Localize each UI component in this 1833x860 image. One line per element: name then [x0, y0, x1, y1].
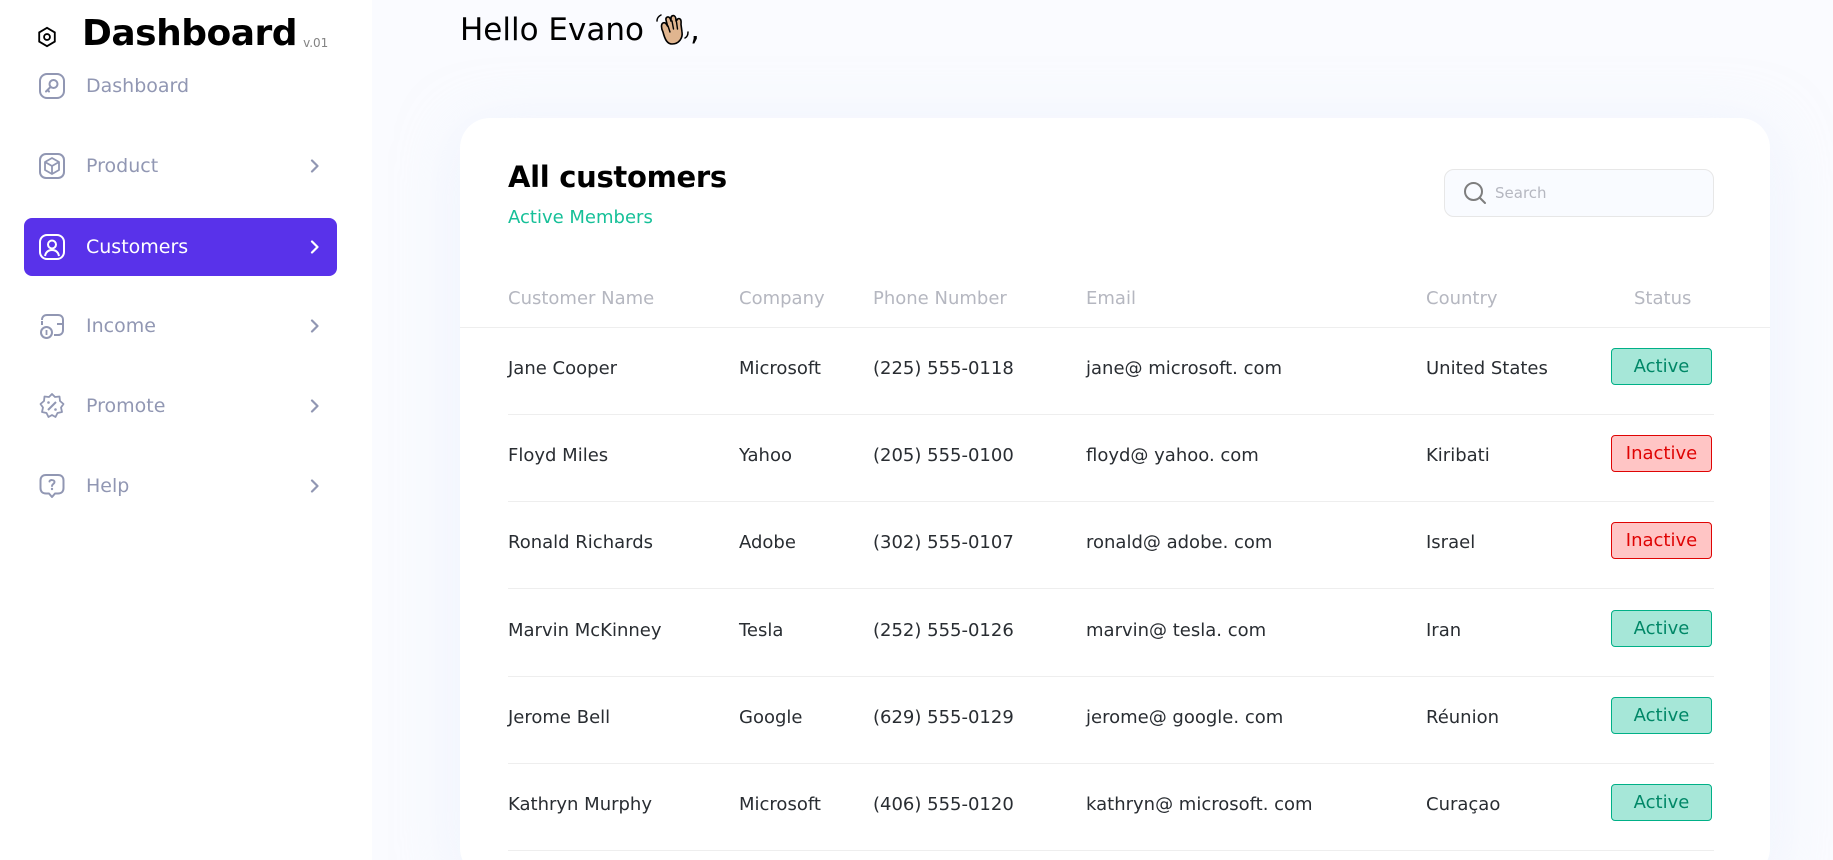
- customer-company: Google: [739, 707, 803, 728]
- customer-country: Réunion: [1426, 707, 1500, 728]
- customer-phone: (225) 555-0118: [873, 358, 1014, 379]
- sidebar-item-label: Help: [86, 475, 130, 497]
- chevron-right-icon: [307, 318, 323, 334]
- customer-company: Microsoft: [739, 358, 821, 379]
- status-badge: Inactive: [1611, 435, 1712, 472]
- customer-company: Microsoft: [739, 794, 821, 815]
- chevron-right-icon: [307, 158, 323, 174]
- chevron-right-icon: [307, 239, 323, 255]
- waving-hand-icon: [656, 14, 689, 45]
- sidebar-item-promote[interactable]: Promote: [24, 377, 337, 435]
- table-header: Customer Name Company Phone Number Email…: [460, 276, 1770, 328]
- table-row[interactable]: Jane Cooper Microsoft (225) 555-0118 jan…: [508, 328, 1714, 415]
- customer-company: Yahoo: [739, 445, 792, 466]
- sidebar-item-label: Product: [86, 155, 159, 177]
- column-header-email[interactable]: Email: [1086, 288, 1136, 309]
- sidebar-item-label: Income: [86, 315, 156, 337]
- column-header-customer-name[interactable]: Customer Name: [508, 288, 654, 309]
- chevron-right-icon: [307, 398, 323, 414]
- column-header-country[interactable]: Country: [1426, 288, 1498, 309]
- status-badge: Active: [1611, 610, 1712, 647]
- customer-country: Kiribati: [1426, 445, 1490, 466]
- customers-card: All customers Active Members Customer Na…: [460, 118, 1770, 860]
- brand-title: Dashboard: [82, 13, 298, 54]
- settings-logo-icon: [38, 26, 56, 48]
- column-header-company[interactable]: Company: [739, 288, 825, 309]
- sidebar-item-label: Customers: [86, 236, 189, 258]
- customer-name: Jerome Bell: [508, 707, 611, 728]
- search-box[interactable]: [1444, 169, 1714, 217]
- wallet-money-icon: [38, 312, 66, 340]
- user-square-icon: [38, 233, 66, 261]
- column-header-phone-number[interactable]: Phone Number: [873, 288, 1007, 309]
- table-row[interactable]: Marvin McKinney Tesla (252) 555-0126 mar…: [508, 590, 1714, 677]
- card-title: All customers: [508, 160, 727, 194]
- brand-version: v.01: [303, 36, 329, 50]
- sidebar-item-dashboard[interactable]: Dashboard: [24, 57, 337, 115]
- customer-country: Israel: [1426, 532, 1476, 553]
- customer-name: Floyd Miles: [508, 445, 609, 466]
- page-greeting: Hello Evano ,: [460, 12, 700, 48]
- greeting-suffix: ,: [689, 12, 700, 48]
- greeting-text: Hello Evano: [460, 12, 644, 48]
- customer-name: Kathryn Murphy: [508, 794, 652, 815]
- sidebar-item-help[interactable]: Help: [24, 457, 337, 515]
- sidebar-item-product[interactable]: Product: [24, 137, 337, 195]
- table-row[interactable]: Jerome Bell Google (629) 555-0129 jerome…: [508, 677, 1714, 764]
- brand: Dashboard v.01: [36, 14, 328, 54]
- sidebar-item-customers[interactable]: Customers: [24, 218, 337, 276]
- table-row[interactable]: Ronald Richards Adobe (302) 555-0107 ron…: [508, 502, 1714, 589]
- customer-phone: (205) 555-0100: [873, 445, 1014, 466]
- status-badge: Inactive: [1611, 522, 1712, 559]
- card-subtitle-link[interactable]: Active Members: [508, 207, 653, 228]
- sidebar: Dashboard v.01 Dashboard Product Custome…: [0, 0, 372, 860]
- customer-name: Ronald Richards: [508, 532, 654, 553]
- customer-name: Marvin McKinney: [508, 620, 662, 641]
- sidebar-item-label: Promote: [86, 395, 166, 417]
- customer-name: Jane Cooper: [508, 358, 618, 379]
- customer-email: ronald@ adobe. com: [1086, 532, 1273, 553]
- customer-email: floyd@ yahoo. com: [1086, 445, 1259, 466]
- chevron-right-icon: [307, 478, 323, 494]
- discount-shape-icon: [38, 392, 66, 420]
- table-row[interactable]: Kathryn Murphy Microsoft (406) 555-0120 …: [508, 764, 1714, 851]
- customer-company: Tesla: [739, 620, 784, 641]
- customer-country: Curaçao: [1426, 794, 1501, 815]
- search-icon: [1464, 182, 1486, 204]
- customer-email: marvin@ tesla. com: [1086, 620, 1267, 641]
- sidebar-item-income[interactable]: Income: [24, 297, 337, 355]
- 3d-cube-icon: [38, 152, 66, 180]
- status-badge: Active: [1611, 348, 1712, 385]
- message-question-icon: [38, 472, 66, 500]
- status-badge: Active: [1611, 697, 1712, 734]
- customer-country: United States: [1426, 358, 1548, 379]
- customer-company: Adobe: [739, 532, 796, 553]
- search-input[interactable]: [1495, 184, 1695, 202]
- key-square-icon: [38, 72, 66, 100]
- customer-email: jerome@ google. com: [1086, 707, 1284, 728]
- customer-phone: (302) 555-0107: [873, 532, 1014, 553]
- table-row[interactable]: Floyd Miles Yahoo (205) 555-0100 floyd@ …: [508, 415, 1714, 502]
- customer-phone: (629) 555-0129: [873, 707, 1014, 728]
- customer-email: kathryn@ microsoft. com: [1086, 794, 1313, 815]
- customer-country: Iran: [1426, 620, 1462, 641]
- sidebar-item-label: Dashboard: [86, 75, 190, 97]
- customer-email: jane@ microsoft. com: [1086, 358, 1283, 379]
- customer-phone: (252) 555-0126: [873, 620, 1014, 641]
- status-badge: Active: [1611, 784, 1712, 821]
- customer-phone: (406) 555-0120: [873, 794, 1014, 815]
- column-header-status[interactable]: Status: [1634, 288, 1691, 309]
